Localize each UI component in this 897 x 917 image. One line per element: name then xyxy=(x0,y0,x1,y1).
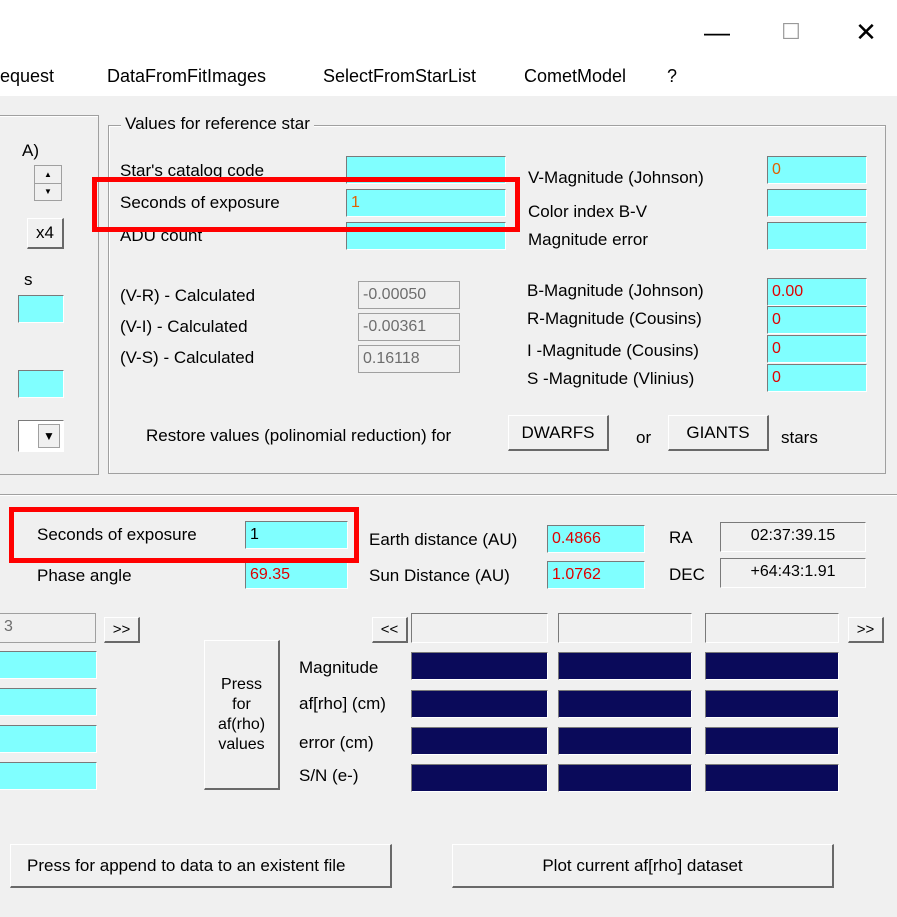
previous-button[interactable]: << xyxy=(372,617,408,643)
dec-value: +64:43:1.91 xyxy=(720,558,866,588)
stars-label: stars xyxy=(781,428,818,447)
vr-calculated-value: -0.00050 xyxy=(358,281,460,309)
next-button[interactable]: >> xyxy=(848,617,884,643)
magnitude-row-label: Magnitude xyxy=(299,658,379,677)
r-magnitude-label: R-Magnitude (Cousins) xyxy=(527,309,702,328)
sn-cell-3 xyxy=(705,764,839,792)
dwarfs-button[interactable]: DWARFS xyxy=(508,415,609,451)
title-bar xyxy=(0,0,897,62)
i-magnitude-label: I -Magnitude (Cousins) xyxy=(527,341,699,360)
afrho-row-label: af[rho] (cm) xyxy=(299,694,386,713)
left-results-input-4[interactable] xyxy=(0,762,97,790)
phase-angle-input[interactable]: 69.35 xyxy=(245,561,348,589)
s-magnitude-label: S -Magnitude (Vlinius) xyxy=(527,369,695,388)
phase-angle-label: Phase angle xyxy=(37,566,132,585)
left-label-s: s xyxy=(24,270,33,289)
b-magnitude-input[interactable]: 0.00 xyxy=(767,278,867,306)
r-magnitude-input[interactable]: 0 xyxy=(767,306,867,334)
menu-select-from-star-list[interactable]: SelectFromStarList xyxy=(323,66,476,87)
ra-label: RA xyxy=(669,528,693,547)
b-magnitude-label: B-Magnitude (Johnson) xyxy=(527,281,704,300)
minimize-icon: — xyxy=(704,16,730,47)
earth-distance-label: Earth distance (AU) xyxy=(369,530,518,549)
highlight-box-reference-exposure xyxy=(92,177,520,232)
vr-calculated-label: (V-R) - Calculated xyxy=(120,286,256,305)
magnitude-cell-3 xyxy=(705,652,839,680)
sn-cell-1 xyxy=(411,764,548,792)
menu-comet-model[interactable]: CometModel xyxy=(524,66,626,87)
menu-help[interactable]: ? xyxy=(667,66,677,87)
close-button[interactable]: ✕ xyxy=(843,14,889,50)
dec-label: DEC xyxy=(669,565,705,584)
close-icon: ✕ xyxy=(855,16,877,47)
sn-row-label: S/N (e-) xyxy=(299,766,359,785)
v-magnitude-label: V-Magnitude (Johnson) xyxy=(528,168,704,187)
vi-calculated-value: -0.00361 xyxy=(358,313,460,341)
magnitude-error-input[interactable] xyxy=(767,222,867,250)
separator xyxy=(0,494,897,496)
restore-values-label: Restore values (polinomial reduction) fo… xyxy=(146,426,452,445)
sun-distance-label: Sun Distance (AU) xyxy=(369,566,510,585)
results-header-3 xyxy=(705,613,839,643)
left-input-1[interactable] xyxy=(18,295,64,323)
menu-data-from-fit-images[interactable]: DataFromFitImages xyxy=(107,66,266,87)
afrho-cell-2 xyxy=(558,690,692,718)
v-magnitude-input[interactable]: 0 xyxy=(767,156,867,184)
or-label: or xyxy=(636,428,652,447)
giants-button[interactable]: GIANTS xyxy=(668,415,769,451)
plot-dataset-button[interactable]: Plot current af[rho] dataset xyxy=(452,844,834,888)
maximize-button[interactable]: ☐ xyxy=(768,14,814,50)
magnitude-cell-1 xyxy=(411,652,548,680)
left-results-input-1[interactable] xyxy=(0,651,97,679)
sn-cell-2 xyxy=(558,764,692,792)
menu-request[interactable]: equest xyxy=(0,66,54,87)
chevron-down-icon[interactable]: ▼ xyxy=(38,424,60,448)
color-index-input[interactable] xyxy=(767,189,867,217)
s-magnitude-input[interactable]: 0 xyxy=(767,364,867,392)
color-index-label: Color index B-V xyxy=(528,202,648,221)
sun-distance-input[interactable]: 1.0762 xyxy=(547,561,645,589)
maximize-icon: ☐ xyxy=(781,19,801,44)
highlight-box-comet-exposure xyxy=(9,507,359,563)
next-left-button[interactable]: >> xyxy=(104,617,140,643)
magnitude-cell-2 xyxy=(558,652,692,680)
left-spinner[interactable]: ▲ ▼ xyxy=(34,165,62,201)
left-label-a: A) xyxy=(22,141,39,160)
ra-value: 02:37:39.15 xyxy=(720,522,866,552)
i-magnitude-input[interactable]: 0 xyxy=(767,335,867,363)
afrho-cell-3 xyxy=(705,690,839,718)
reference-star-group-title: Values for reference star xyxy=(121,114,314,134)
earth-distance-input[interactable]: 0.4866 xyxy=(547,525,645,553)
append-to-file-button[interactable]: Press for append to data to an existent … xyxy=(10,844,392,888)
left-combo[interactable]: ▼ xyxy=(18,420,64,452)
vs-calculated-label: (V-S) - Calculated xyxy=(120,348,255,367)
spin-down-icon[interactable]: ▼ xyxy=(35,184,61,200)
minimize-button[interactable]: — xyxy=(694,14,740,50)
left-results-input-2[interactable] xyxy=(0,688,97,716)
vs-calculated-value: 0.16118 xyxy=(358,345,460,373)
app-window: — ☐ ✕ equest DataFromFitImages SelectFro… xyxy=(0,0,897,917)
left-results-field: 3 xyxy=(0,613,96,643)
error-cell-2 xyxy=(558,727,692,755)
spin-up-icon[interactable]: ▲ xyxy=(35,166,61,184)
vi-calculated-label: (V-I) - Calculated xyxy=(120,317,248,336)
error-cell-3 xyxy=(705,727,839,755)
afrho-cell-1 xyxy=(411,690,548,718)
x4-button[interactable]: x4 xyxy=(27,218,64,249)
results-header-1 xyxy=(411,613,548,643)
error-cell-1 xyxy=(411,727,548,755)
left-input-2[interactable] xyxy=(18,370,64,398)
results-header-2 xyxy=(558,613,692,643)
left-results-input-3[interactable] xyxy=(0,725,97,753)
error-row-label: error (cm) xyxy=(299,733,374,752)
press-for-afrho-button[interactable]: Press for af(rho) values xyxy=(204,640,280,790)
magnitude-error-label: Magnitude error xyxy=(528,230,649,249)
